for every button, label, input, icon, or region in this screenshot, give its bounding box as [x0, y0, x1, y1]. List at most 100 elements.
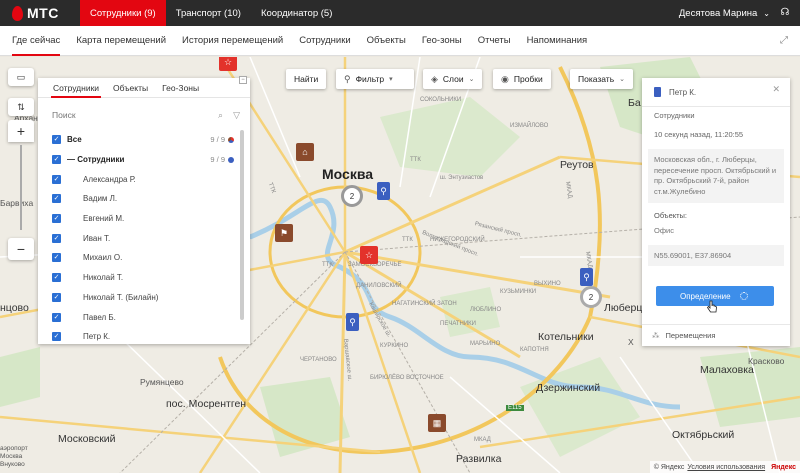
list-item[interactable]: ✓ Павел Б.	[38, 307, 238, 327]
checkbox[interactable]: ✓	[52, 292, 61, 302]
checkbox[interactable]: ✓	[52, 312, 61, 322]
checkbox[interactable]: ✓	[52, 332, 61, 342]
list-item[interactable]: ✓ Евгений М.	[38, 209, 238, 229]
zoom-out-button[interactable]: −	[8, 238, 34, 260]
flag-marker-icon[interactable]: ⚑	[275, 224, 293, 242]
panel-tab-objects[interactable]: Объекты	[106, 78, 155, 97]
user-menu[interactable]: Десятова Марина ⌄	[679, 0, 770, 26]
group-label: — Сотрудники	[67, 155, 125, 165]
star-marker-icon[interactable]: ☆	[360, 246, 378, 264]
support-headset-icon[interactable]: ☊	[778, 6, 792, 20]
funnel-icon: ⚲	[344, 73, 351, 84]
top-bar: МТС Сотрудники (9) Транспорт (10) Коорди…	[0, 0, 800, 26]
list-item[interactable]: ✓ Вадим Л.	[38, 189, 238, 209]
checkbox[interactable]: ✓	[52, 135, 61, 145]
checkbox[interactable]: ✓	[52, 273, 61, 283]
map-label-dzerzhinsky: Дзержинский	[536, 382, 601, 394]
layers-button[interactable]: ◈ Слои ⌄	[423, 69, 483, 89]
search-input[interactable]	[52, 110, 209, 120]
top-tab-coordinator[interactable]: Координатор (5)	[251, 0, 342, 26]
map-label-kotelniki: Котельники	[538, 331, 594, 343]
employee-name: Иван Т.	[83, 233, 111, 243]
list-item[interactable]: ✓ Иван Т.	[38, 228, 238, 248]
checkbox[interactable]: ✓	[52, 155, 61, 165]
subtab-movement-map[interactable]: Карта перемещений	[68, 26, 174, 56]
minimize-panel-icon[interactable]: −	[239, 76, 247, 84]
employee-pin-selected-icon[interactable]: ⚲	[580, 268, 593, 286]
map-label-moskovsky: Московский	[58, 433, 116, 445]
subtab-geozones[interactable]: Гео-зоны	[414, 26, 470, 56]
filter-button[interactable]: ⚲ Фильтр ▾	[336, 69, 414, 89]
list-item[interactable]: ✓ Александра Р.	[38, 169, 238, 189]
search-icon[interactable]: ⌕	[218, 110, 223, 121]
employee-role: Сотрудники	[654, 111, 695, 120]
panel-tab-geozones[interactable]: Гео-Зоны	[155, 78, 206, 97]
map-label-razvilka: Развилка	[456, 453, 502, 465]
list-item[interactable]: ✓ Петр К.	[38, 327, 238, 344]
map-label-kraskovo: Красково	[748, 356, 785, 366]
card-header: Петр К.	[642, 82, 790, 102]
employee-pin-icon[interactable]: ⚲	[377, 182, 390, 200]
employee-name: Михаил О.	[83, 253, 123, 263]
map-label-barvikha: Барвиха	[0, 198, 34, 208]
subtab-movement-history[interactable]: История перемещений	[174, 26, 291, 56]
filter-label: Фильтр	[355, 74, 385, 84]
cluster-marker[interactable]: 2	[580, 286, 602, 308]
layers-label: Слои	[442, 74, 464, 84]
zoom-slider-track[interactable]	[20, 145, 22, 230]
address: Московская обл., г. Люберцы, пересечение…	[648, 149, 784, 203]
fullscreen-icon[interactable]: ⤢	[780, 35, 788, 46]
ruler-tool-icon[interactable]: ▭	[8, 68, 34, 86]
map-label-airport: аэропорт Москва Внуково	[0, 445, 28, 468]
zoom-in-button[interactable]: +	[8, 120, 34, 142]
map-label-e115: E115	[506, 405, 524, 411]
mts-logo[interactable]: МТС	[0, 0, 80, 26]
close-icon[interactable]: ✕	[772, 84, 780, 95]
map-label-ttk-3: ТТК	[402, 237, 413, 243]
subtab-employees[interactable]: Сотрудники	[291, 26, 358, 56]
map-label-oktyabrsky: Октябрьский	[672, 429, 735, 441]
employee-name: Вадим Л.	[83, 194, 118, 204]
map-copyright: © Яндекс Условия использования Яндекс	[649, 461, 800, 473]
find-button[interactable]: Найти	[286, 69, 327, 89]
building-marker-icon[interactable]: ▦	[428, 414, 446, 432]
checkbox[interactable]: ✓	[52, 253, 61, 263]
list-item[interactable]: ✓ Николай Т.	[38, 268, 238, 288]
traffic-button[interactable]: ◉ Пробки	[493, 69, 551, 89]
terms-link[interactable]: Условия использования	[687, 464, 765, 471]
group-count-text: 9 / 9	[210, 155, 225, 165]
list-item-group[interactable]: ✓ — Сотрудники 9 / 9	[38, 150, 238, 170]
map-label-reutov: Реутов	[560, 159, 594, 171]
museum-marker-icon[interactable]: ⌂	[296, 143, 314, 161]
cluster-marker[interactable]: 2	[341, 185, 363, 207]
checkbox[interactable]: ✓	[52, 194, 61, 204]
subtab-reminders[interactable]: Напоминания	[519, 26, 596, 56]
route-tool-icon[interactable]: ⇅	[8, 98, 34, 116]
map-label-moscow: Москва	[322, 166, 374, 182]
subtab-where-now[interactable]: Где сейчас	[4, 26, 68, 56]
funnel-icon[interactable]: ▽	[233, 110, 240, 121]
checkbox[interactable]: ✓	[52, 214, 61, 224]
movements-link[interactable]: ⁂ Перемещения	[642, 324, 790, 346]
list-item-all[interactable]: ✓ Все 9 / 9	[38, 130, 238, 150]
list-item[interactable]: ✓ Николай Т. (Билайн)	[38, 288, 238, 308]
checkbox[interactable]: ✓	[52, 174, 61, 184]
list-scrollbar[interactable]	[240, 130, 244, 320]
copyright-text: © Яндекс	[653, 463, 685, 471]
list-item[interactable]: ✓ Михаил О.	[38, 248, 238, 268]
employee-pin-icon[interactable]: ⚲	[346, 313, 359, 331]
panel-tab-employees[interactable]: Сотрудники	[46, 78, 106, 98]
all-count-text: 9 / 9	[210, 135, 225, 145]
star-marker-top-icon[interactable]: ☆	[219, 57, 237, 71]
top-tab-transport[interactable]: Транспорт (10)	[166, 0, 251, 26]
map-label-kurkino: КУРКИНО	[380, 343, 409, 349]
subtab-reports[interactable]: Отчеты	[470, 26, 519, 56]
group-count: 9 / 9	[210, 155, 234, 164]
checkbox[interactable]: ✓	[52, 233, 61, 243]
show-button[interactable]: Показать ⌄	[570, 69, 634, 89]
subtab-objects[interactable]: Объекты	[359, 26, 414, 56]
logo-text: МТС	[27, 5, 59, 21]
objects-label: Объекты:	[654, 211, 688, 220]
hand-cursor-icon	[706, 300, 717, 313]
top-tab-employees[interactable]: Сотрудники (9)	[80, 0, 166, 26]
